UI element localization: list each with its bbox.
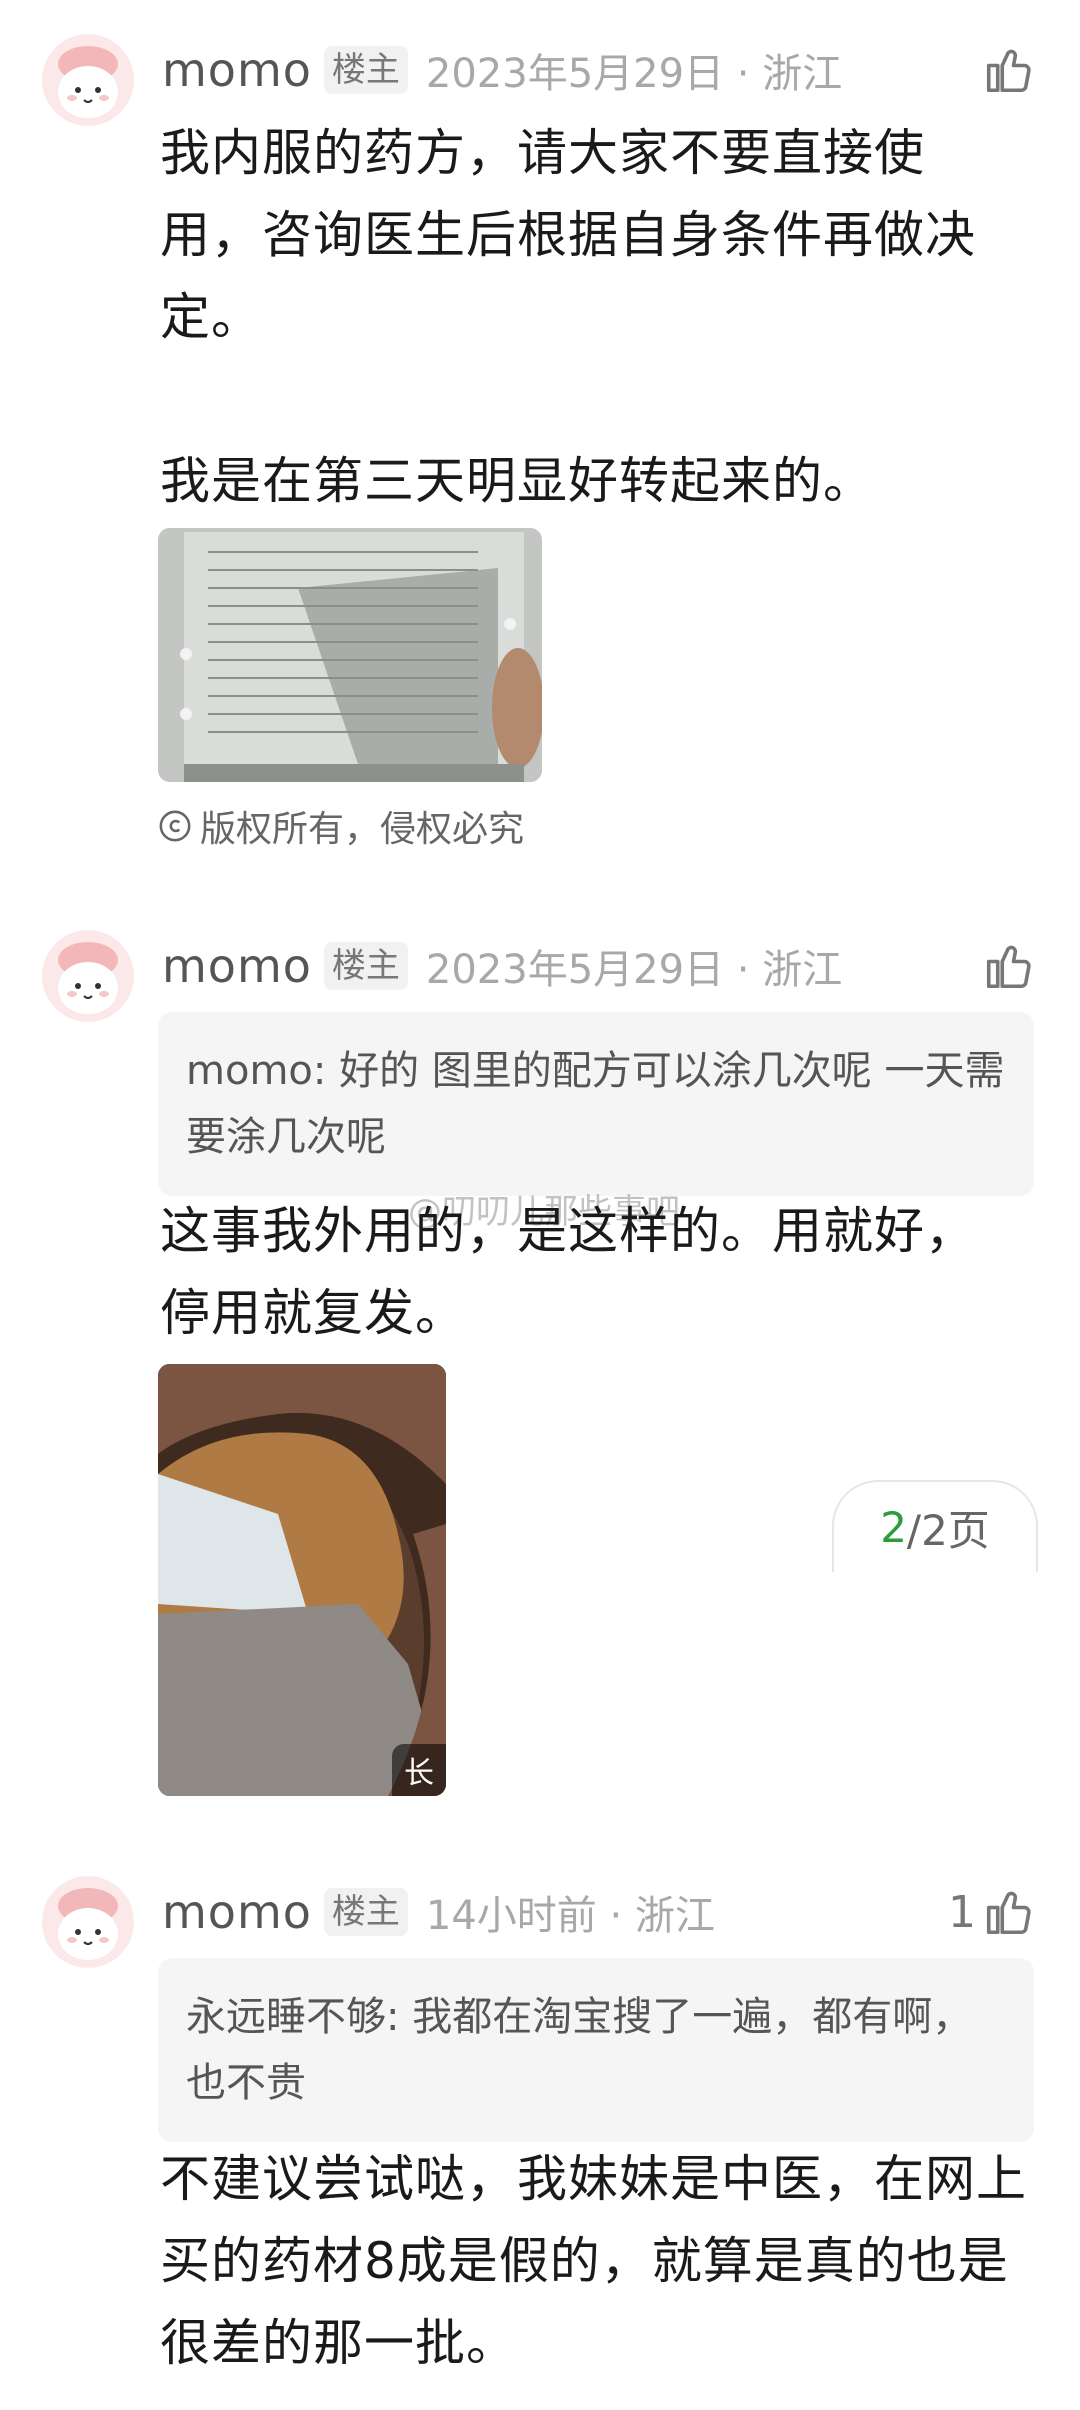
timestamp: 14小时前 · 浙江 [425, 1893, 715, 1939]
like-button[interactable]: 1 [948, 1882, 1036, 1942]
avatar[interactable] [42, 34, 134, 126]
prescription-photo [158, 528, 542, 782]
like-button[interactable] [976, 936, 1036, 996]
like-button[interactable] [976, 40, 1036, 100]
page-indicator[interactable]: 2 /2页 [832, 1480, 1038, 1572]
quoted-reply[interactable]: 永远睡不够: 我都在淘宝搜了一遍，都有啊，也不贵 [158, 1958, 1034, 2142]
avatar-icon [58, 942, 118, 1014]
total-pages: /2页 [906, 1505, 990, 1555]
attached-image[interactable]: 长 [158, 1364, 446, 1796]
avatar-icon [58, 1888, 118, 1960]
prescription-image[interactable] [158, 528, 542, 782]
avatar-icon [58, 46, 118, 118]
quoted-reply-text: momo: 好的 图里的配方可以涂几次呢 一天需要涂几次呢 [186, 1048, 1005, 1160]
comment-text: 这事我外用的，是这样的。用就好，停用就复发。 [160, 1202, 976, 1342]
comment-meta: momo 楼主 14小时前 · 浙江 [162, 1882, 715, 1942]
thumb-up-icon [986, 945, 1031, 989]
quoted-reply[interactable]: momo: 好的 图里的配方可以涂几次呢 一天需要涂几次呢 [158, 1012, 1034, 1196]
comment-text: 不建议尝试哒，我妹妹是中医，在网上买的药材8成是假的，就算是真的也是很差的那一批… [160, 2150, 1027, 2372]
quoted-reply-text: 永远睡不够: 我都在淘宝搜了一遍，都有啊，也不贵 [186, 1994, 973, 2106]
comment-meta: momo 楼主 2023年5月29日 · 浙江 [162, 40, 842, 100]
timestamp: 2023年5月29日 · 浙江 [425, 947, 843, 993]
comment-meta: momo 楼主 2023年5月29日 · 浙江 [162, 936, 842, 996]
op-badge: 楼主 [323, 46, 408, 94]
long-image-badge: 长 [392, 1744, 446, 1796]
avatar[interactable] [42, 1876, 134, 1968]
copyright-notice: 版权所有，侵权必究 [158, 800, 524, 852]
copyright-text: 版权所有，侵权必究 [200, 809, 525, 850]
thumb-up-icon [986, 1891, 1031, 1935]
author-name[interactable]: momo [162, 1885, 312, 1939]
current-page: 2 [880, 1502, 907, 1552]
timestamp: 2023年5月29日 · 浙江 [425, 51, 843, 97]
like-count: 1 [948, 1886, 976, 1938]
avatar[interactable] [42, 930, 134, 1022]
op-badge: 楼主 [323, 1888, 408, 1936]
thumb-up-icon [986, 49, 1031, 93]
comment-text: 我内服的药方，请大家不要直接使用，咨询医生后根据自身条件再做决定。 我是在第三天… [160, 124, 976, 510]
author-name[interactable]: momo [162, 43, 312, 97]
op-badge: 楼主 [323, 942, 408, 990]
copyright-icon [159, 810, 191, 842]
attached-photo [158, 1364, 446, 1796]
author-name[interactable]: momo [162, 939, 312, 993]
